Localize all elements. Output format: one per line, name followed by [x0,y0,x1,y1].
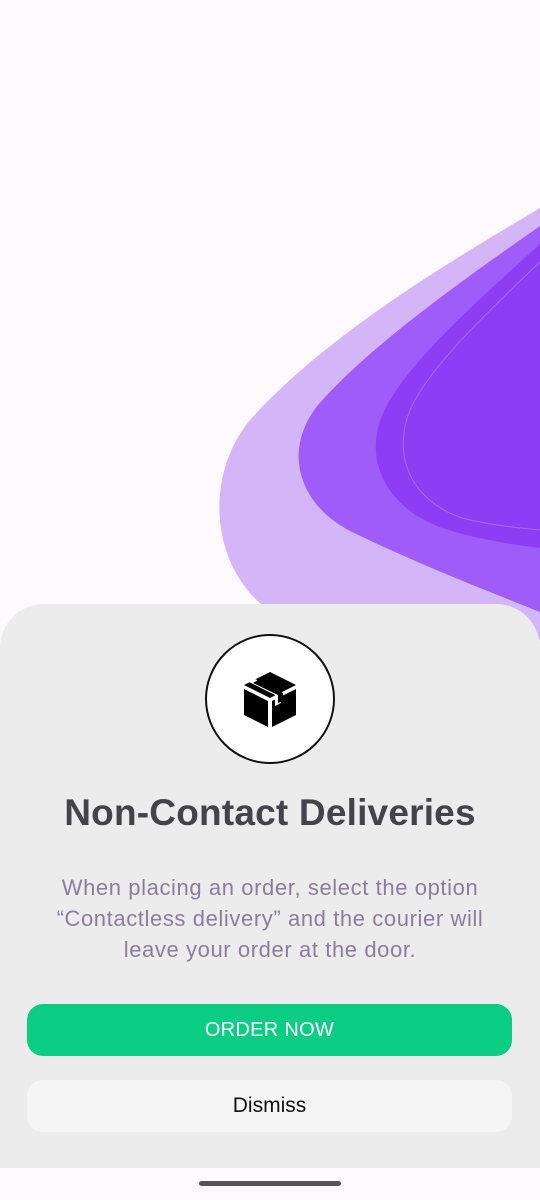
decorative-blob-illustration [219,208,540,640]
order-now-button[interactable]: ORDER NOW [27,1004,512,1056]
system-navigation-bar [0,1168,540,1200]
home-indicator[interactable] [199,1181,341,1186]
onboarding-description: When placing an order, select the option… [56,875,484,962]
onboarding-title: Non-Contact Deliveries [64,792,476,833]
package-icon-badge [205,634,335,764]
dismiss-button[interactable]: Dismiss [27,1080,512,1132]
package-box-icon [244,672,296,727]
onboarding-screen: Non-Contact Deliveries When placing an o… [0,0,540,1200]
